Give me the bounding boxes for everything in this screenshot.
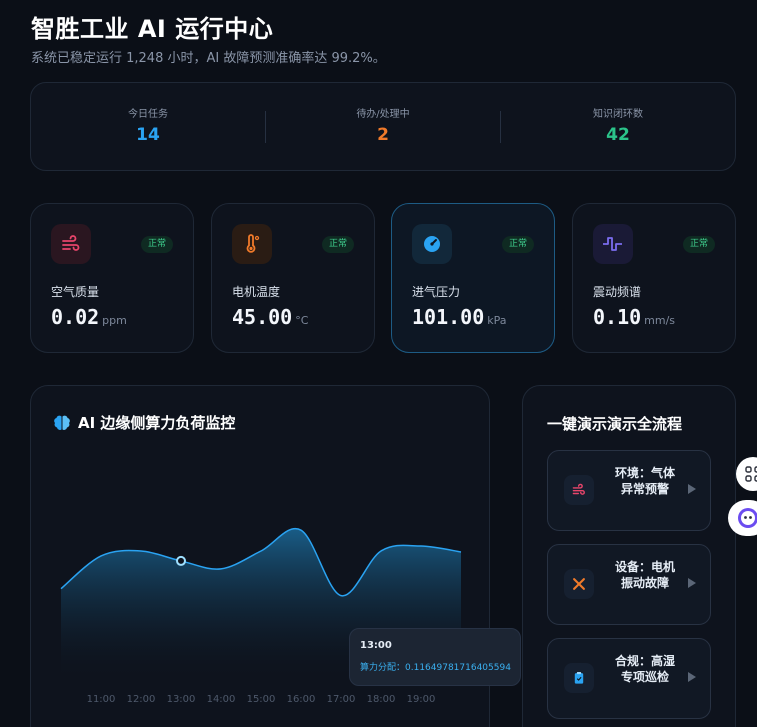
wind-icon [51, 224, 91, 264]
x-tick-label: 12:00 [127, 694, 156, 705]
thermometer-icon [232, 224, 272, 264]
page-subtitle: 系统已稳定运行 1,248 小时，AI 故障预测准确率达 99.2%。 [31, 51, 386, 66]
page-title: 智胜工业 AI 运行中心 [31, 15, 274, 43]
stat-pending[interactable]: 待办/处理中 2 [266, 83, 500, 170]
x-tick-label: 11:00 [87, 694, 116, 705]
flow-title: 一键演示演示全流程 [547, 415, 683, 433]
x-tick-label: 16:00 [287, 694, 316, 705]
x-tick-label: 18:00 [367, 694, 396, 705]
stats-bar: 今日任务 14 待办/处理中 2 知识闭环数 42 [30, 82, 736, 171]
flow-item-label: 环境：气体异常预警 [614, 466, 675, 496]
sensor-card-intake-pressure[interactable]: 正常 进气压力 101.00 kPa [391, 203, 555, 353]
x-tick-label: 15:00 [247, 694, 276, 705]
sensor-unit: ppm [102, 314, 127, 327]
sensor-unit: °C [295, 314, 309, 327]
tooltip-time: 13:00 [360, 640, 392, 651]
sensor-card-vibration[interactable]: 正常 震动频谱 0.10 mm/s [572, 203, 736, 353]
stat-value: 2 [377, 125, 389, 145]
assistant-bot-icon[interactable] [728, 500, 757, 536]
sensor-unit: kPa [487, 314, 507, 327]
stat-label: 知识闭环数 [593, 109, 643, 120]
wrench-icon [564, 569, 594, 599]
play-icon [688, 484, 696, 494]
sensor-name: 电机温度 [232, 285, 281, 299]
sensor-card-air-quality[interactable]: 正常 空气质量 0.02 ppm [30, 203, 194, 353]
x-tick-label: 17:00 [327, 694, 356, 705]
stat-knowledge-loops[interactable]: 知识闭环数 42 [501, 83, 735, 170]
flow-item-humidity-inspection[interactable]: 合规：高湿专项巡检 [547, 638, 711, 719]
sensor-name: 空气质量 [51, 285, 100, 299]
gauge-icon [412, 224, 452, 264]
x-tick-label: 19:00 [407, 694, 436, 705]
flow-item-motor-vibration[interactable]: 设备：电机振动故障 [547, 544, 711, 625]
sensor-value: 45.00 [232, 305, 293, 329]
flow-item-label: 合规：高湿专项巡检 [614, 654, 675, 684]
demo-flow-panel: 一键演示演示全流程 环境：气体异常预警 设备：电机振动故障 合规：高湿专项巡检 [522, 385, 736, 727]
chart-tooltip: 13:00 算力分配：0.11649781716405594 [349, 628, 521, 686]
stat-value: 14 [136, 125, 160, 145]
stat-label: 待办/处理中 [356, 109, 410, 120]
waveform-icon [593, 224, 633, 264]
chart-highlight-point[interactable] [176, 555, 186, 566]
sensor-unit: mm/s [644, 314, 676, 327]
stat-label: 今日任务 [128, 109, 168, 120]
clipboard-icon [564, 663, 594, 693]
sensor-value: 101.00 [412, 305, 485, 329]
status-badge: 正常 [321, 236, 354, 253]
play-icon [688, 672, 696, 682]
play-icon [688, 578, 696, 588]
x-tick-label: 14:00 [207, 694, 236, 705]
status-badge: 正常 [501, 236, 534, 253]
wind-icon [564, 475, 594, 505]
stat-value: 42 [606, 125, 630, 145]
flow-item-env-gas-alert[interactable]: 环境：气体异常预警 [547, 450, 711, 531]
tooltip-value: 算力分配：0.11649781716405594 [360, 663, 511, 673]
compute-load-panel: AI 边缘侧算力负荷监控 11:00 12:00 13:00 14:00 15:00 16… [30, 385, 521, 727]
x-tick-label: 13:00 [167, 694, 196, 705]
sensor-name: 进气压力 [412, 285, 461, 299]
status-badge: 正常 [140, 236, 173, 253]
sensor-value: 0.02 [51, 305, 100, 329]
status-badge: 正常 [682, 236, 715, 253]
sensor-value: 0.10 [593, 305, 642, 329]
sensor-name: 震动频谱 [593, 285, 642, 299]
flow-item-label: 设备：电机振动故障 [614, 560, 675, 590]
sensor-card-motor-temp[interactable]: 正常 电机温度 45.00 °C [211, 203, 375, 353]
stat-tasks-today[interactable]: 今日任务 14 [31, 83, 265, 170]
grid-menu-icon[interactable] [736, 457, 757, 491]
